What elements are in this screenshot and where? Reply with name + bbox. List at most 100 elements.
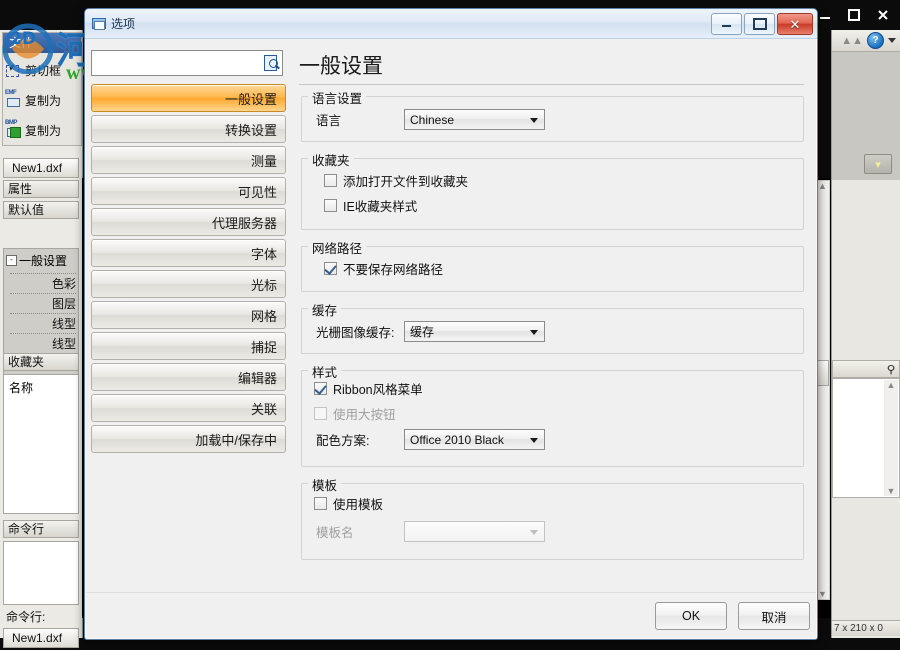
nav-item-label: 光标	[251, 275, 277, 294]
nav-item-label: 一般设置	[225, 89, 277, 108]
nav-item-editor[interactable]: 编辑器	[91, 363, 286, 391]
dropdown-chevron-button[interactable]: ▾	[864, 154, 892, 174]
checkbox-do-not-save-network-path[interactable]: 不要保存网络路径	[324, 259, 443, 278]
nav-item-grid[interactable]: 网格	[91, 301, 286, 329]
checkbox-box[interactable]	[324, 174, 337, 187]
chevron-up-icon[interactable]: ▲▲	[841, 35, 863, 47]
checkbox-box[interactable]	[324, 262, 337, 275]
property-tree-root-label: 一般设置	[19, 252, 67, 269]
template-name-label: 模板名	[316, 522, 404, 541]
scroll-up-icon[interactable]: ▲	[818, 181, 827, 191]
nav-item-label: 网格	[251, 306, 277, 325]
pin-icon[interactable]: ⚲	[887, 363, 896, 376]
nav-item-association[interactable]: 关联	[91, 394, 286, 422]
color-scheme-combo[interactable]: Office 2010 Black	[404, 429, 545, 450]
property-item-color[interactable]: 色彩	[52, 275, 76, 292]
nav-item-conversion[interactable]: 转换设置	[91, 115, 286, 143]
language-label: 语言	[316, 110, 404, 129]
app-maximize-button[interactable]	[843, 4, 865, 26]
page-title: 一般设置	[299, 50, 383, 80]
group-legend: 缓存	[308, 300, 341, 319]
nav-item-font[interactable]: 字体	[91, 239, 286, 267]
search-box[interactable]	[91, 50, 283, 76]
language-row: 语言 Chinese	[316, 109, 545, 130]
help-question-icon[interactable]: ?	[867, 32, 884, 49]
document-tab-new1[interactable]: New1.dxf	[3, 158, 79, 178]
favorites-list[interactable]: 名称	[3, 374, 79, 514]
nav-item-label: 转换设置	[225, 120, 277, 139]
panel-title-defaults[interactable]: 默认值	[3, 201, 79, 219]
scroll-down-icon[interactable]: ▼	[818, 589, 827, 599]
menu-item-copy-as-bmp[interactable]: BMP 复制为	[5, 117, 79, 143]
nav-item-label: 加载中/保存中	[195, 430, 277, 449]
checkbox-box[interactable]	[314, 407, 327, 420]
property-item-linetype[interactable]: 线型	[52, 315, 76, 332]
chevron-down-icon[interactable]	[888, 38, 896, 43]
app-close-button[interactable]	[872, 4, 894, 26]
checkbox-ribbon-style-menu[interactable]: Ribbon风格菜单	[314, 379, 423, 398]
dialog-title-text: 选项	[111, 15, 135, 32]
checkbox-box[interactable]	[324, 199, 337, 212]
nav-item-label: 捕捉	[251, 337, 277, 356]
screen-root: 文件 剪切框 EMF 复制为 BMP	[0, 0, 900, 650]
nav-item-cursor[interactable]: 光标	[91, 270, 286, 298]
panel-title-command-line[interactable]: 命令行	[3, 520, 79, 538]
chevron-down-icon	[530, 530, 538, 535]
nav-item-load-save[interactable]: 加载中/保存中	[91, 425, 286, 453]
panel-title-favorites[interactable]: 收藏夹	[3, 353, 79, 371]
cancel-button[interactable]: 取消	[738, 602, 810, 630]
app-left-dock: 文件 剪切框 EMF 复制为 BMP	[0, 30, 83, 638]
nav-item-label: 可见性	[238, 182, 277, 201]
search-page-icon[interactable]	[260, 52, 282, 74]
status-document-tab[interactable]: New1.dxf	[3, 628, 79, 648]
nav-item-measure[interactable]: 测量	[91, 146, 286, 174]
scroll-up-icon[interactable]: ▲	[887, 380, 896, 390]
collapse-icon[interactable]: -	[6, 255, 17, 266]
search-input[interactable]	[92, 52, 260, 74]
ok-button[interactable]: OK	[655, 602, 727, 630]
checkbox-box[interactable]	[314, 497, 327, 510]
right-dock-pin-bar: ⚲	[832, 360, 900, 378]
nav-item-label: 关联	[251, 399, 277, 418]
chevron-down-icon	[530, 438, 538, 443]
raster-cache-combo[interactable]: 缓存	[404, 321, 545, 342]
group-favorites: 收藏夹 添加打开文件到收藏夹 IE收藏夹样式	[301, 158, 804, 230]
group-cache: 缓存 光栅图像缓存: 缓存	[301, 308, 804, 354]
menu-item-copy-as-emf[interactable]: EMF 复制为	[5, 87, 79, 113]
nav-item-snap[interactable]: 捕捉	[91, 332, 286, 360]
app-window-controls	[814, 2, 894, 28]
language-combo[interactable]: Chinese	[404, 109, 545, 130]
property-item-linetype-scale[interactable]: 线型	[52, 335, 76, 352]
nav-item-proxy-server[interactable]: 代理服务器	[91, 208, 286, 236]
file-menu-popup: 文件 剪切框 EMF 复制为 BMP	[2, 32, 82, 146]
panel-title-properties[interactable]: 属性	[3, 180, 79, 198]
property-item-layer[interactable]: 图层	[52, 295, 76, 312]
dialog-nav-column: 一般设置 转换设置 测量 可见性 代理服务器 字体 光标 网格 捕捉 编辑器 关…	[86, 40, 291, 638]
right-dock-list[interactable]: ▲ ▼	[832, 378, 900, 498]
property-tree-root[interactable]: - 一般设置	[6, 252, 67, 269]
checkbox-use-large-buttons[interactable]: 使用大按钮	[314, 404, 396, 423]
group-network-path: 网络路径 不要保存网络路径	[301, 246, 804, 292]
dialog-window-buttons: ✕	[711, 13, 813, 35]
dialog-maximize-button[interactable]	[744, 13, 775, 35]
checkbox-ie-favorites-style[interactable]: IE收藏夹样式	[324, 196, 417, 215]
selection-frame-icon	[5, 62, 21, 78]
scroll-down-icon[interactable]: ▼	[887, 486, 896, 496]
menu-item-cut-frame[interactable]: 剪切框	[5, 57, 79, 83]
right-dock-toolbar: ▲▲ ?	[832, 30, 900, 52]
dialog-title-bar[interactable]: 选项 ✕	[85, 9, 817, 39]
group-legend: 收藏夹	[308, 150, 354, 169]
template-name-combo[interactable]	[404, 521, 545, 542]
command-prompt-label: 命令行:	[6, 608, 45, 625]
nav-item-visibility[interactable]: 可见性	[91, 177, 286, 205]
nav-item-general[interactable]: 一般设置	[91, 84, 286, 112]
command-history[interactable]	[3, 541, 79, 605]
dialog-close-button[interactable]: ✕	[777, 13, 813, 35]
group-legend: 网络路径	[308, 238, 366, 257]
checkbox-add-open-file-to-favorites[interactable]: 添加打开文件到收藏夹	[324, 171, 468, 190]
right-list-scrollbar[interactable]: ▲ ▼	[884, 380, 898, 496]
right-dock-body: ▾	[832, 52, 900, 180]
checkbox-use-template[interactable]: 使用模板	[314, 494, 383, 513]
dialog-minimize-button[interactable]	[711, 13, 742, 35]
checkbox-box[interactable]	[314, 382, 327, 395]
